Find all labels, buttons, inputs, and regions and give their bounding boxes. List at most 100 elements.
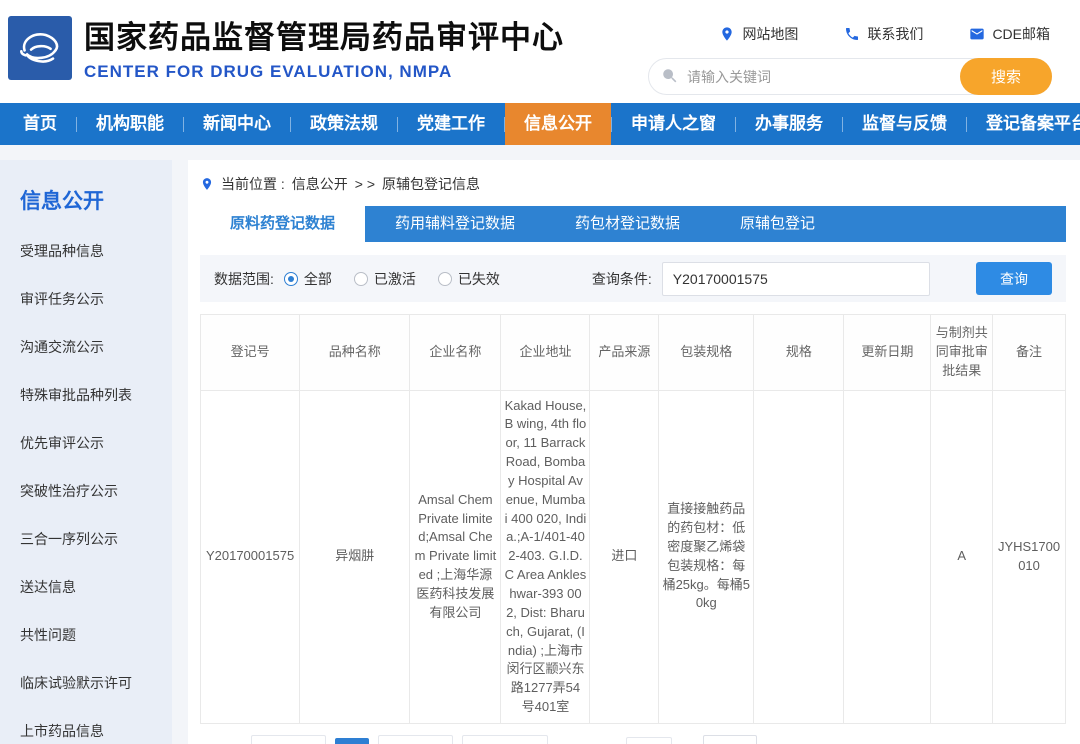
col-header-company-name: 企业名称	[410, 315, 501, 391]
next-page-button[interactable]: 下一页	[378, 735, 453, 744]
col-header-product-origin: 产品来源	[590, 315, 659, 391]
confirm-button[interactable]: 确定	[703, 735, 757, 744]
nav-item-info-disclosure[interactable]: 信息公开	[505, 103, 611, 145]
sidebar-item-priority-review[interactable]: 优先审评公示	[0, 419, 172, 467]
sidebar-item-three-in-one[interactable]: 三合一序列公示	[0, 515, 172, 563]
radio-option-all[interactable]: 全部	[284, 269, 332, 289]
sidebar-item-review-tasks[interactable]: 审评任务公示	[0, 275, 172, 323]
breadcrumb-section[interactable]: 信息公开	[292, 174, 348, 194]
tab-excipient-data[interactable]: 药用辅料登记数据	[365, 206, 545, 242]
nav-item-party-building[interactable]: 党建工作	[398, 103, 504, 145]
nav-item-supervision-feedback[interactable]: 监督与反馈	[843, 103, 966, 145]
sidebar-item-delivery-info[interactable]: 送达信息	[0, 563, 172, 611]
tab-raw-material-data[interactable]: 原料药登记数据	[200, 206, 365, 242]
content-row: 信息公开 受理品种信息 审评任务公示 沟通交流公示 特殊审批品种列表 优先审评公…	[0, 145, 1080, 744]
col-header-packaging-spec: 包装规格	[659, 315, 754, 391]
col-header-spec: 规格	[754, 315, 844, 391]
sitemap-link-label: 网站地图	[742, 24, 798, 44]
sidebar-item-clinical-trial-license[interactable]: 临床试验默示许可	[0, 659, 172, 707]
search-icon	[661, 67, 679, 85]
cell-update-date	[844, 390, 931, 723]
sidebar-item-marketed-drugs[interactable]: 上市药品信息	[0, 707, 172, 744]
site-title-block: 国家药品监督管理局药品审评中心 CENTER FOR DRUG EVALUATI…	[84, 12, 564, 82]
breadcrumb: 当前位置 : 信息公开 > > 原辅包登记信息	[200, 170, 1066, 206]
sitemap-link[interactable]: 网站地图	[719, 24, 798, 44]
cell-registration-no: Y20170001575	[201, 390, 300, 723]
radio-expired-label: 已失效	[458, 269, 500, 289]
tab-raw-aux-pack-registration[interactable]: 原辅包登记	[710, 206, 845, 242]
scope-label: 数据范围:	[214, 269, 274, 289]
col-header-variety-name: 品种名称	[300, 315, 410, 391]
main-panel: 当前位置 : 信息公开 > > 原辅包登记信息 原料药登记数据 药用辅料登记数据…	[188, 160, 1080, 744]
table-row[interactable]: Y20170001575 异烟肼 Amsal Chem Private limi…	[201, 390, 1066, 723]
cell-joint-approval-result: A	[931, 390, 993, 723]
col-header-update-date: 更新日期	[844, 315, 931, 391]
radio-activated-icon[interactable]	[354, 272, 368, 286]
cell-company-name: Amsal Chem Private limited;Amsal Chem Pr…	[410, 390, 501, 723]
header-quick-links: 网站地图 联系我们 CDE邮箱	[719, 24, 1050, 44]
query-button[interactable]: 查询	[976, 262, 1052, 295]
col-header-joint-approval-result: 与制剂共同审批审批结果	[931, 315, 993, 391]
cell-company-address: Kakad House, B wing, 4th floor, 11 Barra…	[501, 390, 590, 723]
sidebar-item-breakthrough-therapy[interactable]: 突破性治疗公示	[0, 467, 172, 515]
cell-variety-name: 异烟肼	[300, 390, 410, 723]
location-pin-icon	[200, 177, 214, 191]
page-number-1[interactable]: 1	[335, 738, 368, 744]
tab-packaging-material-data[interactable]: 药包材登记数据	[545, 206, 710, 242]
radio-expired-icon[interactable]	[438, 272, 452, 286]
sidebar-item-common-issues[interactable]: 共性问题	[0, 611, 172, 659]
nav-item-registration-platform[interactable]: 登记备案平台	[967, 103, 1080, 145]
search-button[interactable]: 搜索	[960, 58, 1052, 95]
pagination-bar: 共 1 条 上一页 1 下一页 10 条/页 ▼ 到第 页 确定	[200, 724, 1066, 744]
radio-all-label: 全部	[304, 269, 332, 289]
mail-icon	[969, 26, 985, 42]
page-size-select[interactable]: 10 条/页 ▼	[462, 735, 549, 744]
contact-link-label: 联系我们	[867, 24, 923, 44]
sidebar-item-accepted-varieties[interactable]: 受理品种信息	[0, 227, 172, 275]
radio-option-expired[interactable]: 已失效	[438, 269, 500, 289]
col-header-registration-no: 登记号	[201, 315, 300, 391]
radio-option-activated[interactable]: 已激活	[354, 269, 416, 289]
nav-item-applicant-window[interactable]: 申请人之窗	[612, 103, 735, 145]
nav-item-functions[interactable]: 机构职能	[77, 103, 183, 145]
cde-logo-icon	[14, 22, 66, 74]
cell-remarks: JYHS1700010	[993, 390, 1066, 723]
radio-activated-label: 已激活	[374, 269, 416, 289]
header-search-bar: 搜索	[648, 58, 1052, 95]
query-condition-label: 查询条件:	[592, 269, 652, 289]
breadcrumb-current: 原辅包登记信息	[382, 174, 480, 194]
cell-spec	[754, 390, 844, 723]
radio-all-icon[interactable]	[284, 272, 298, 286]
main-nav: 首页 机构职能 新闻中心 政策法规 党建工作 信息公开 申请人之窗 办事服务 监…	[0, 103, 1080, 145]
data-tabs: 原料药登记数据 药用辅料登记数据 药包材登记数据 原辅包登记	[200, 206, 1066, 242]
query-condition-input[interactable]	[662, 262, 930, 296]
nav-item-services[interactable]: 办事服务	[736, 103, 842, 145]
page: 国家药品监督管理局药品审评中心 CENTER FOR DRUG EVALUATI…	[0, 0, 1080, 744]
sidebar-item-special-approval[interactable]: 特殊审批品种列表	[0, 371, 172, 419]
sidebar-title: 信息公开	[0, 160, 172, 227]
cde-mail-link-label: CDE邮箱	[992, 24, 1050, 44]
goto-page-input[interactable]	[626, 737, 672, 744]
cell-product-origin: 进口	[590, 390, 659, 723]
scope-radio-group: 全部 已激活 已失效	[284, 269, 500, 289]
contact-link[interactable]: 联系我们	[844, 24, 923, 44]
site-header: 国家药品监督管理局药品审评中心 CENTER FOR DRUG EVALUATI…	[0, 0, 1080, 103]
site-title-chinese: 国家药品监督管理局药品审评中心	[84, 12, 564, 57]
breadcrumb-separator: > >	[355, 176, 375, 192]
map-pin-icon	[719, 26, 735, 42]
cell-packaging-spec: 直接接触药品的药包材：低密度聚乙烯袋包装规格：每桶25kg。每桶50kg	[659, 390, 754, 723]
nav-item-home[interactable]: 首页	[4, 103, 76, 145]
sidebar: 信息公开 受理品种信息 审评任务公示 沟通交流公示 特殊审批品种列表 优先审评公…	[0, 160, 172, 744]
sidebar-item-communication[interactable]: 沟通交流公示	[0, 323, 172, 371]
table-header-row: 登记号 品种名称 企业名称 企业地址 产品来源 包装规格 规格 更新日期 与制剂…	[201, 315, 1066, 391]
phone-icon	[844, 26, 860, 42]
nav-item-news[interactable]: 新闻中心	[184, 103, 290, 145]
site-title-english: CENTER FOR DRUG EVALUATION, NMPA	[84, 62, 564, 82]
nav-item-policies[interactable]: 政策法规	[291, 103, 397, 145]
col-header-remarks: 备注	[993, 315, 1066, 391]
registration-table: 登记号 品种名称 企业名称 企业地址 产品来源 包装规格 规格 更新日期 与制剂…	[200, 314, 1066, 724]
col-header-company-address: 企业地址	[501, 315, 590, 391]
breadcrumb-label: 当前位置 :	[221, 174, 285, 194]
cde-mail-link[interactable]: CDE邮箱	[969, 24, 1050, 44]
prev-page-button[interactable]: 上一页	[251, 735, 326, 744]
